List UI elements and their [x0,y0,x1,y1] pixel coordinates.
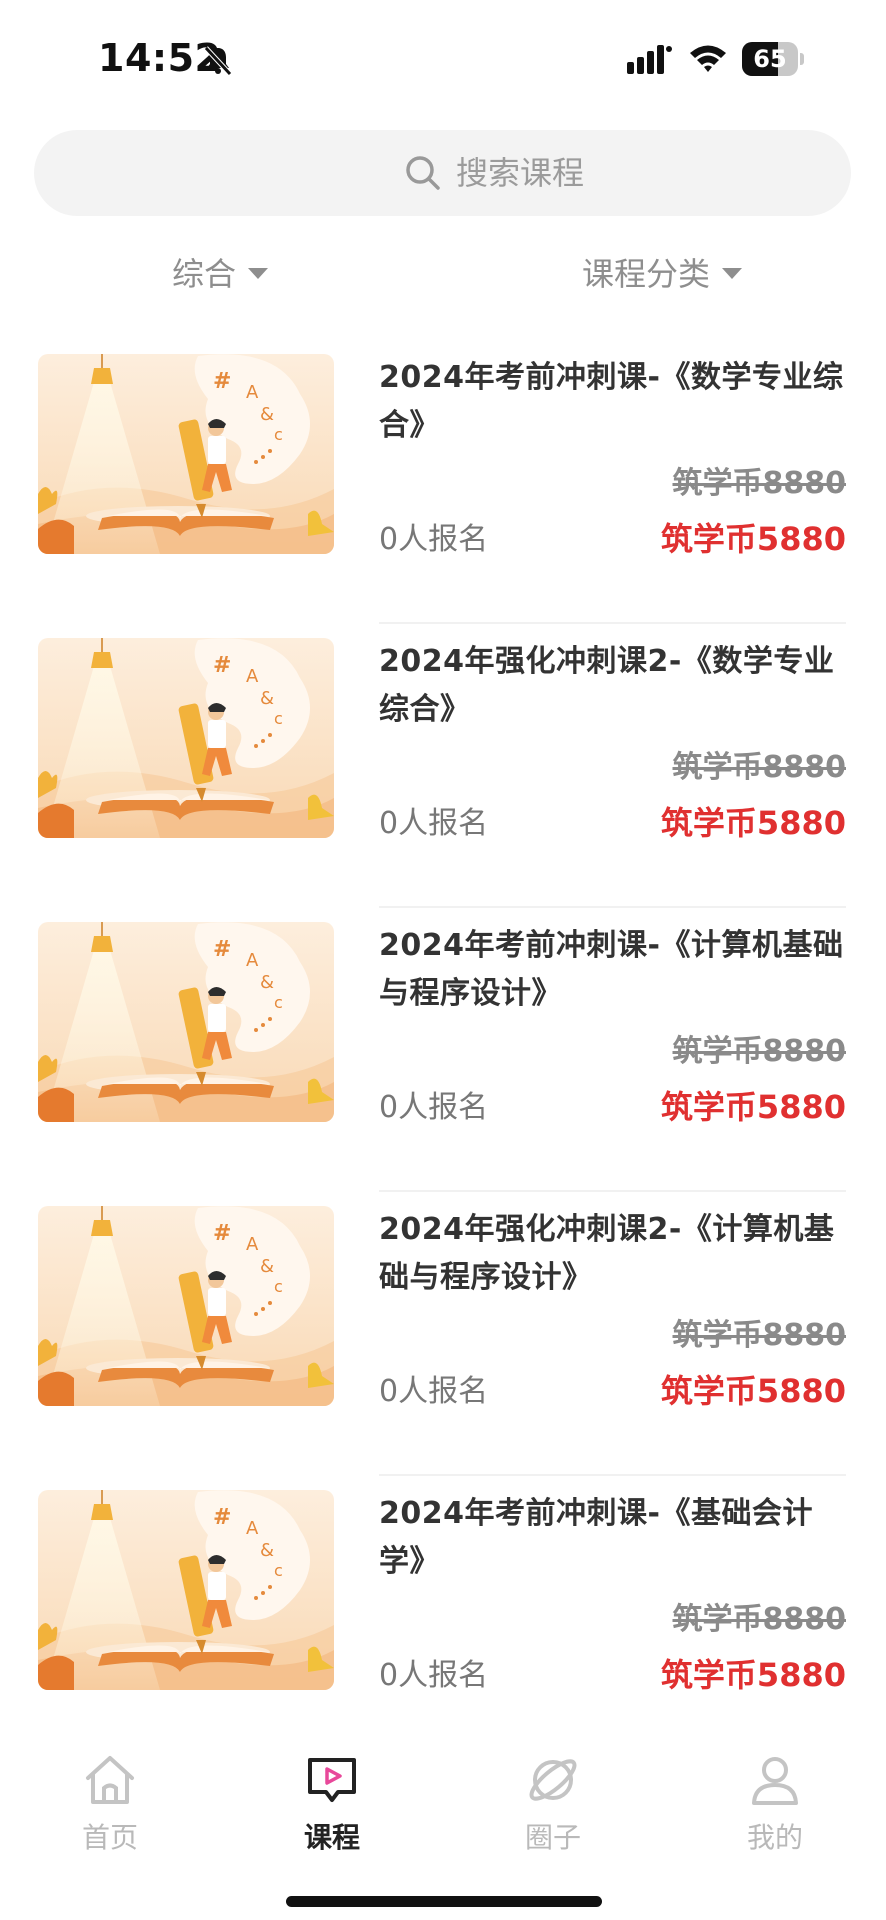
course-title: 2024年强化冲刺课2-《计算机基础与程序设计》 [379,1212,835,1295]
svg-text:#: # [213,937,231,962]
svg-text:&: & [260,1256,274,1277]
svg-text:c: c [274,1277,283,1296]
course-card[interactable]: # A & c 2024年考前冲刺课-《数学专业综合》 筑学币8880 0人报名… [0,340,886,624]
battery-indicator: 65 [742,42,804,76]
caret-down-icon [722,267,743,279]
course-original-price: 筑学币8880 [672,466,847,501]
svg-text:c: c [274,425,283,444]
course-original-price: 筑学币8880 [672,1602,847,1637]
course-title: 2024年考前冲刺课-《计算机基础与程序设计》 [379,928,844,1011]
filter-sort-dropdown[interactable]: 综合 [172,248,269,296]
svg-text:#: # [213,369,231,394]
bell-muted-icon [204,46,232,76]
course-thumbnail: # A & c [38,638,334,838]
signal-icon [627,45,672,74]
course-title: 2024年强化冲刺课2-《数学专业综合》 [379,644,835,727]
status-bar: 14:52 65 [0,0,886,120]
bottom-tab-bar: 首页 课程 圈子 我的 [0,1740,886,1920]
course-cover-illustration: # A & c [38,354,334,554]
svg-text:c: c [274,709,283,728]
svg-text:&: & [260,1540,274,1561]
course-card[interactable]: # A & c 2024年考前冲刺课-《计算机基础与程序设计》 筑学币8880 … [0,908,886,1192]
course-cover-illustration: # A & c [38,1206,334,1406]
course-price: 筑学币5880 [660,1372,846,1410]
search-placeholder: 搜索课程 [456,154,585,192]
svg-text:&: & [260,688,274,709]
course-card[interactable]: # A & c 2024年考前冲刺课-《基础会计学》 筑学币8880 0人报名 … [0,1476,886,1760]
search-input[interactable]: 搜索课程 [34,130,851,216]
svg-text:&: & [260,404,274,425]
home-icon [86,1756,134,1804]
course-enrollment-count: 0人报名 [379,1374,489,1409]
tab-circle[interactable]: 圈子 [493,1750,613,1870]
tab-home[interactable]: 首页 [50,1750,170,1870]
svg-text:A: A [246,950,259,971]
course-play-icon [308,1758,356,1802]
course-card[interactable]: # A & c 2024年强化冲刺课2-《计算机基础与程序设计》 筑学币8880… [0,1192,886,1476]
course-enrollment-count: 0人报名 [379,806,489,841]
tab-course[interactable]: 课程 [272,1750,392,1870]
course-enrollment-count: 0人报名 [379,1090,489,1125]
svg-text:&: & [260,972,274,993]
course-price: 筑学币5880 [660,520,846,558]
course-thumbnail: # A & c [38,1206,334,1406]
user-icon [752,1757,798,1805]
course-cover-illustration: # A & c [38,1490,334,1690]
course-thumbnail: # A & c [38,922,334,1122]
tab-circle-label: 圈子 [524,1821,581,1854]
course-enrollment-count: 0人报名 [379,522,489,557]
course-price: 筑学币5880 [660,1088,846,1126]
tab-mine[interactable]: 我的 [715,1750,835,1870]
svg-text:A: A [246,382,259,403]
course-price: 筑学币5880 [660,804,846,842]
course-original-price: 筑学币8880 [672,1034,847,1069]
filter-sort-label: 综合 [172,255,237,293]
course-price: 筑学币5880 [660,1656,846,1694]
planet-icon [529,1759,577,1801]
svg-text:#: # [213,1505,231,1530]
course-cover-illustration: # A & c [38,638,334,838]
svg-text:c: c [274,1561,283,1580]
search-icon [406,156,440,190]
battery-percent: 65 [753,45,787,73]
course-original-price: 筑学币8880 [672,1318,847,1353]
svg-text:#: # [213,1221,231,1246]
course-title: 2024年考前冲刺课-《数学专业综合》 [379,360,844,443]
filter-category-label: 课程分类 [582,255,711,293]
tab-mine-label: 我的 [746,1821,803,1854]
svg-text:#: # [213,653,231,678]
wifi-icon [690,45,726,72]
course-original-price: 筑学币8880 [672,750,847,785]
course-cover-illustration: # A & c [38,922,334,1122]
home-indicator [286,1896,602,1907]
svg-text:A: A [246,1518,259,1539]
course-thumbnail: # A & c [38,354,334,554]
course-thumbnail: # A & c [38,1490,334,1690]
caret-down-icon [248,267,269,279]
course-card[interactable]: # A & c 2024年强化冲刺课2-《数学专业综合》 筑学币8880 0人报… [0,624,886,908]
tab-home-label: 首页 [81,1821,138,1854]
svg-text:A: A [246,1234,259,1255]
course-enrollment-count: 0人报名 [379,1658,489,1693]
tab-course-label: 课程 [303,1821,360,1854]
filter-category-dropdown[interactable]: 课程分类 [582,248,743,296]
course-title: 2024年考前冲刺课-《基础会计学》 [379,1496,813,1579]
svg-text:c: c [274,993,283,1012]
svg-text:A: A [246,666,259,687]
